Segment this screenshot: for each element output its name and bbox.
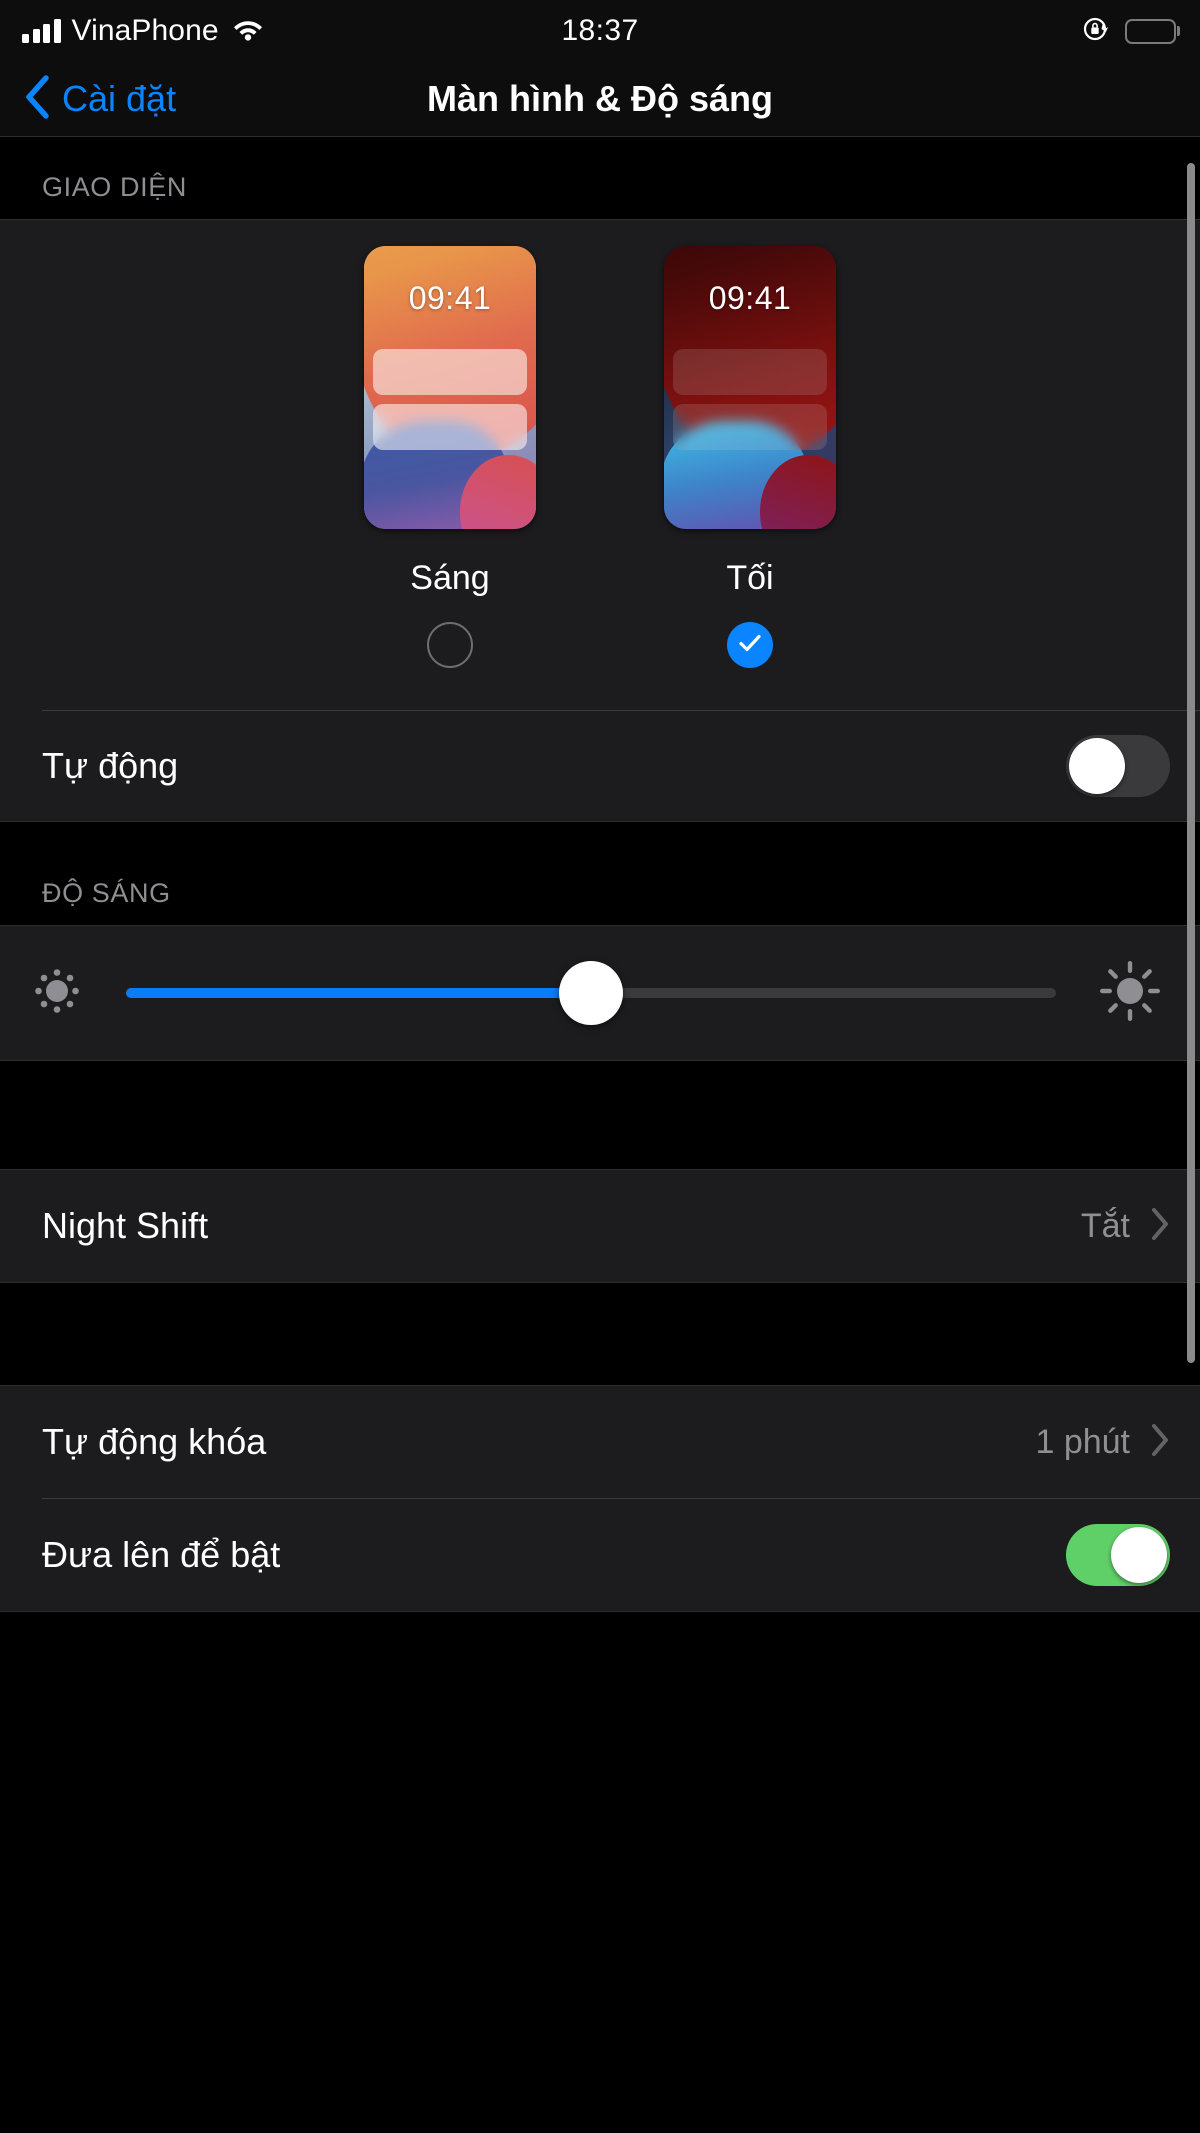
auto-lock-row[interactable]: Tự động khóa 1 phút [0,1386,1200,1498]
appearance-group: 09:41 Sáng 09:41 Tối Tự động [0,219,1200,822]
auto-lock-value: 1 phút [1035,1422,1130,1461]
light-mode-label: Sáng [410,559,490,597]
dark-preview-card-2 [673,404,827,450]
raise-to-wake-label: Đưa lên để bật [42,1534,281,1575]
brightness-section-header-wrap: ĐỘ SÁNG [0,822,1200,925]
chevron-right-icon [1150,1207,1170,1246]
checkmark-icon [736,629,764,662]
dark-mode-option[interactable]: 09:41 Tối [664,246,836,668]
back-button-label: Cài đặt [62,78,177,119]
light-preview-clock: 09:41 [408,280,492,316]
navigation-bar: Cài đặt Màn hình & Độ sáng [0,62,1200,136]
back-button[interactable]: Cài đặt [0,74,177,124]
light-mode-option[interactable]: 09:41 Sáng [364,246,536,668]
dark-mode-label: Tối [726,559,774,597]
night-shift-group: Night Shift Tắt [0,1169,1200,1283]
chevron-left-icon [24,74,50,124]
dark-preview-clock: 09:41 [708,280,792,316]
battery-icon [1125,18,1176,44]
light-mode-radio[interactable] [427,622,473,668]
appearance-previews: 09:41 Sáng 09:41 Tối [0,220,1200,710]
mode-preview-row: 09:41 Sáng 09:41 Tối [0,246,1200,668]
raise-to-wake-toggle[interactable] [1066,1524,1170,1586]
chevron-right-icon [1150,1423,1170,1462]
toggle-knob [1069,738,1125,794]
iphone-screen: VinaPhone 18:37 Cài đặt Màn hình & Độ sá… [0,0,1200,2133]
auto-appearance-toggle[interactable] [1066,735,1170,797]
brightness-slider-knob[interactable] [559,961,623,1025]
brightness-slider-track[interactable] [126,961,1056,1025]
dark-mode-radio[interactable] [727,622,773,668]
display-options-group: Tự động khóa 1 phút Đưa lên để bật [0,1385,1200,1612]
brightness-group [0,925,1200,1061]
vertical-scrollbar[interactable] [1187,163,1195,1363]
page-title: Màn hình & Độ sáng [427,78,773,119]
spacer-2 [0,1283,1200,1385]
status-bar-clock: 18:37 [561,14,639,47]
brightness-slider-fill [126,988,591,998]
night-shift-row[interactable]: Night Shift Tắt [0,1170,1200,1282]
auto-lock-label: Tự động khóa [42,1421,267,1462]
toggle-knob [1111,1527,1167,1583]
light-preview-card-1 [373,349,527,395]
brightness-section-header: ĐỘ SÁNG [42,878,171,908]
light-mode-preview[interactable]: 09:41 [364,246,536,529]
light-mode-radio-wrap [364,622,536,668]
night-shift-value: Tắt [1080,1206,1130,1245]
auto-appearance-row[interactable]: Tự động [0,711,1200,821]
light-preview-card-2 [373,404,527,450]
brightness-slider-row[interactable] [0,926,1200,1060]
settings-list[interactable]: GIAO DIỆN 09:41 Sáng 09:41 Tối Tự động Đ… [0,136,1200,2133]
appearance-section-header-wrap: GIAO DIỆN [0,137,1200,219]
dark-preview-card-1 [673,349,827,395]
appearance-section-header: GIAO DIỆN [42,172,187,202]
raise-to-wake-row[interactable]: Đưa lên để bật [0,1499,1200,1611]
auto-appearance-label: Tự động [42,745,179,786]
dark-mode-radio-wrap [664,622,836,668]
dark-mode-preview[interactable]: 09:41 [664,246,836,529]
night-shift-label: Night Shift [42,1205,209,1246]
brightness-low-icon [28,962,86,1025]
brightness-high-icon [1096,957,1164,1030]
spacer-1 [0,1061,1200,1169]
status-bar: VinaPhone 18:37 [0,0,1200,62]
